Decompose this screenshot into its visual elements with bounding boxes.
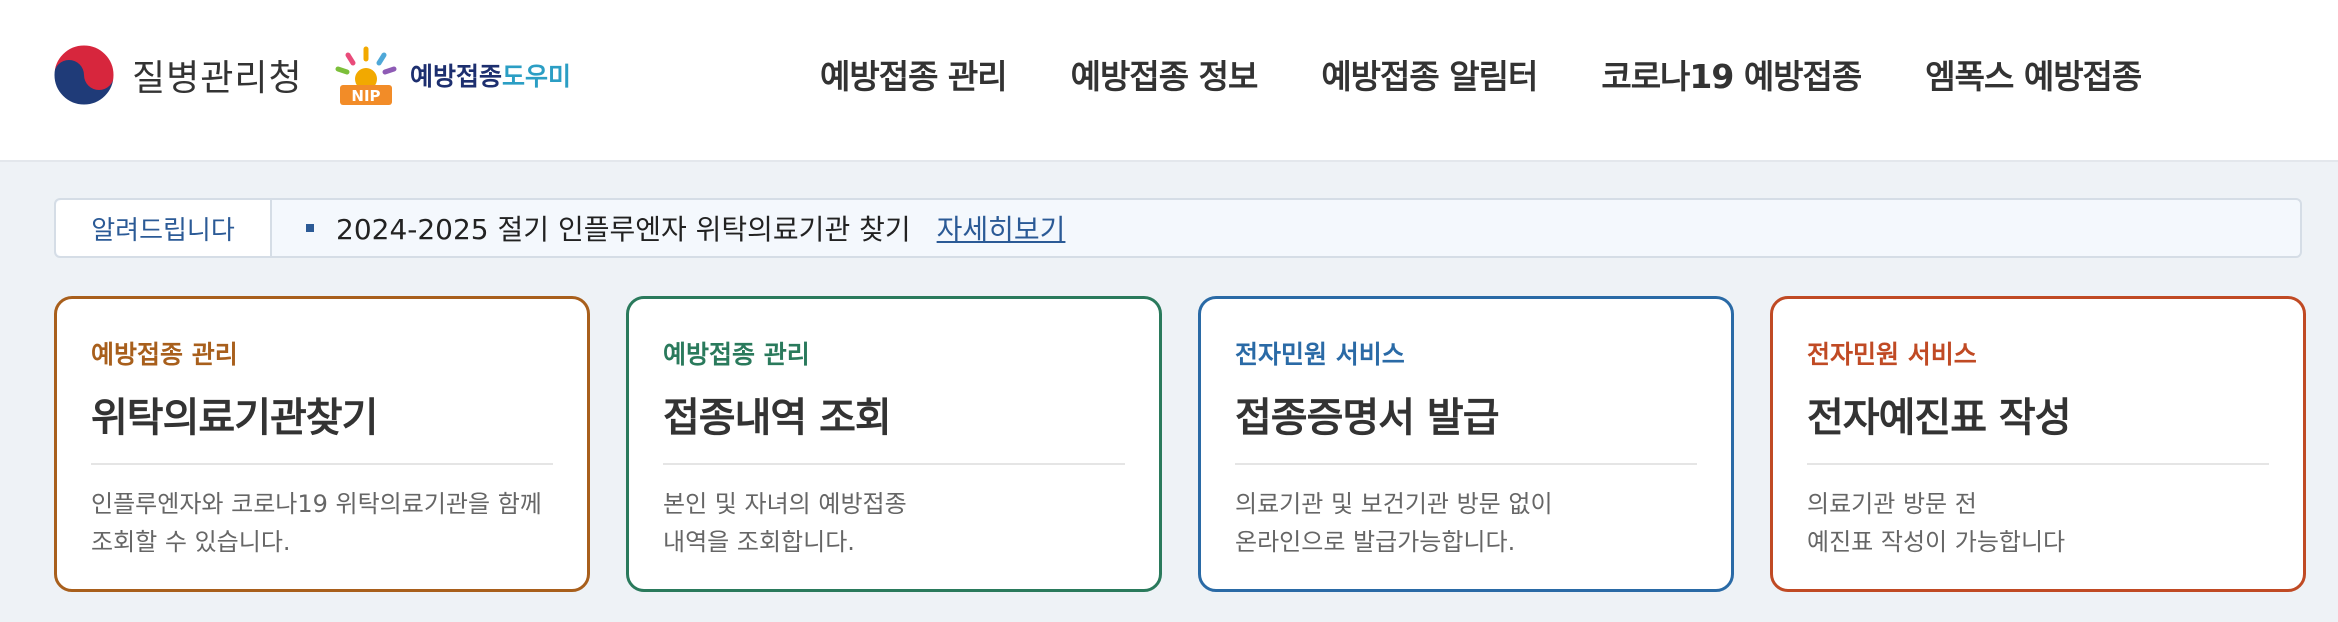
card-title: 위탁의료기관찾기 <box>91 395 378 441</box>
card-divider <box>91 463 553 465</box>
nav-vaccination-info[interactable]: 예방접종 정보 <box>1071 50 1259 98</box>
notice-bar: 알려드립니다 2024-2025 절기 인플루엔자 위탁의료기관 찾기 자세히보… <box>54 198 2302 258</box>
site-header: 질병관리청 NIP 예방접종 도우미 예방접종 관리 예방접종 정보 예방접종 … <box>0 0 2338 162</box>
nip-badge-text: NIP <box>351 87 380 105</box>
card-divider <box>1235 463 1697 465</box>
card-divider <box>663 463 1125 465</box>
kdca-logo[interactable]: 질병관리청 <box>52 40 303 110</box>
card-title: 전자예진표 작성 <box>1807 395 2072 441</box>
nav-mpox-vaccination[interactable]: 엠폭스 예방접종 <box>1925 50 2142 98</box>
card-description: 의료기관 방문 전 예진표 작성이 가능합니다 <box>1807 485 2065 561</box>
nav-vaccination-management[interactable]: 예방접종 관리 <box>820 50 1008 98</box>
notice-more-link[interactable]: 자세히보기 <box>937 208 1066 248</box>
notice-text: 2024-2025 절기 인플루엔자 위탁의료기관 찾기 <box>336 213 911 246</box>
card-category: 예방접종 관리 <box>663 340 810 369</box>
card-desc-line-2: 예진표 작성이 가능합니다 <box>1807 528 2066 556</box>
card-description: 본인 및 자녀의 예방접종 내역을 조회합니다. <box>663 485 907 561</box>
card-find-institution[interactable]: 예방접종 관리 위탁의료기관찾기 인플루엔자와 코로나19 위탁의료기관을 함께… <box>54 296 590 592</box>
card-certificate-issuance[interactable]: 전자민원 서비스 접종증명서 발급 의료기관 및 보건기관 방문 없이 온라인으… <box>1198 296 1734 592</box>
card-title: 접종증명서 발급 <box>1235 395 1500 441</box>
card-vaccination-history[interactable]: 예방접종 관리 접종내역 조회 본인 및 자녀의 예방접종 내역을 조회합니다. <box>626 296 1162 592</box>
card-category: 전자민원 서비스 <box>1235 340 1405 369</box>
card-desc-line-2: 온라인으로 발급가능합니다. <box>1235 528 1516 556</box>
card-desc-line-2: 내역을 조회합니다. <box>663 528 855 556</box>
main-nav: 예방접종 관리 예방접종 정보 예방접종 알림터 코로나19 예방접종 엠폭스 … <box>820 44 2142 104</box>
bullet-icon <box>306 224 314 232</box>
nip-text-2: 도우미 <box>502 62 572 91</box>
nav-covid19-vaccination[interactable]: 코로나19 예방접종 <box>1601 50 1862 98</box>
card-desc-line-1: 본인 및 자녀의 예방접종 <box>663 490 907 518</box>
card-divider <box>1807 463 2269 465</box>
nip-text-1: 예방접종 <box>410 62 503 91</box>
taegeuk-logo-icon <box>53 44 115 106</box>
nip-sun-icon: NIP <box>335 46 397 105</box>
nav-vaccination-notice[interactable]: 예방접종 알림터 <box>1321 50 1538 98</box>
card-title: 접종내역 조회 <box>663 395 892 441</box>
card-category: 예방접종 관리 <box>91 340 238 369</box>
notice-label: 알려드립니다 <box>56 200 272 256</box>
card-e-prescreening[interactable]: 전자민원 서비스 전자예진표 작성 의료기관 방문 전 예진표 작성이 가능합니… <box>1770 296 2306 592</box>
card-description: 의료기관 및 보건기관 방문 없이 온라인으로 발급가능합니다. <box>1235 485 1553 561</box>
card-category: 전자민원 서비스 <box>1807 340 1977 369</box>
kdca-logo-text: 질병관리청 <box>132 58 303 99</box>
card-desc-line-1: 인플루엔자와 코로나19 위탁의료기관을 함께 <box>91 490 542 518</box>
card-desc-line-1: 의료기관 방문 전 <box>1807 490 1977 518</box>
card-desc-line-2: 조회할 수 있습니다. <box>91 528 291 556</box>
card-desc-line-1: 의료기관 및 보건기관 방문 없이 <box>1235 490 1553 518</box>
nip-logo[interactable]: NIP 예방접종 도우미 <box>330 40 571 110</box>
card-description: 인플루엔자와 코로나19 위탁의료기관을 함께 조회할 수 있습니다. <box>91 485 542 561</box>
